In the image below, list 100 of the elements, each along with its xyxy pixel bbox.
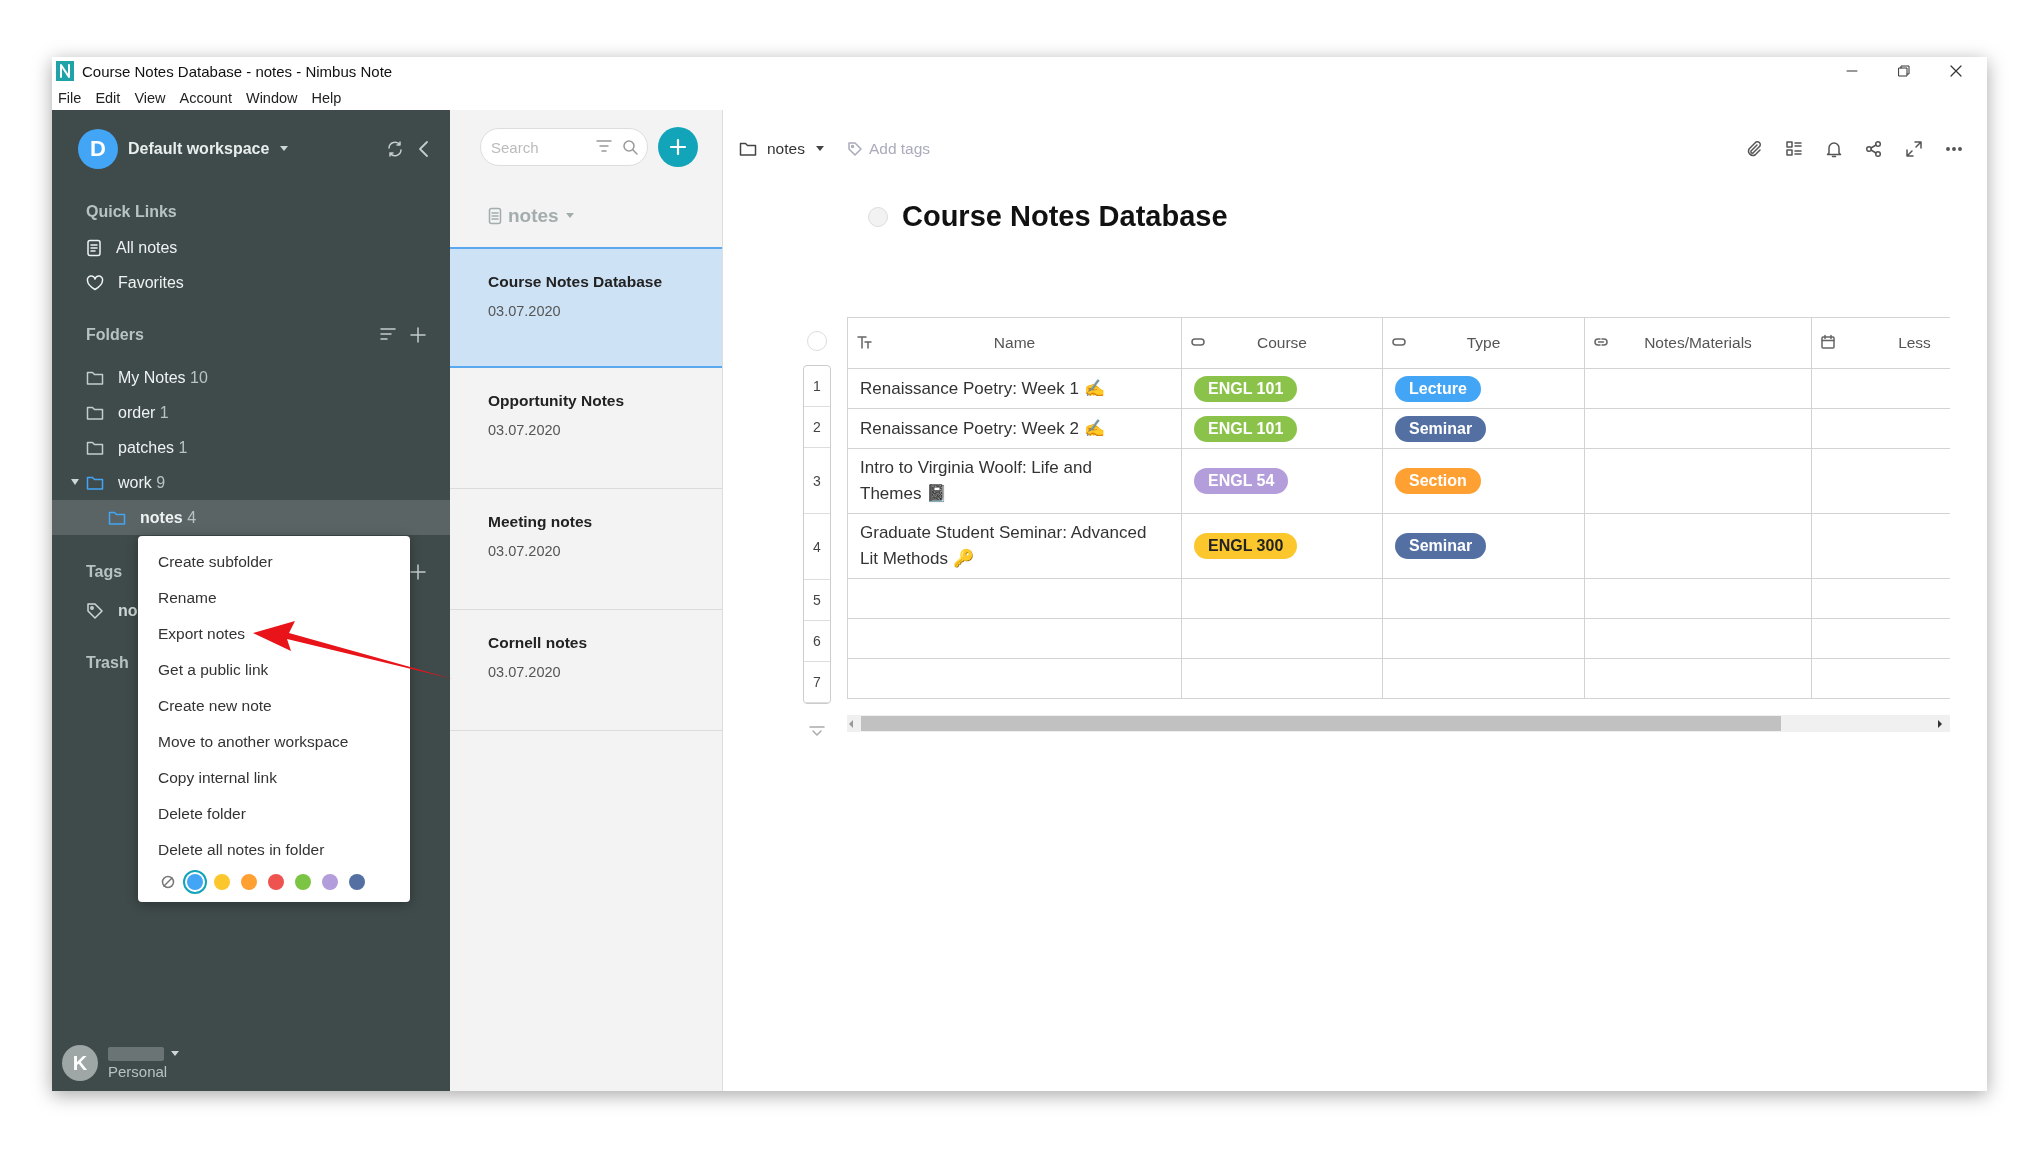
trash-link[interactable]: Trash	[86, 654, 129, 672]
row-number: 3	[804, 448, 830, 514]
quick-link[interactable]: All notes	[52, 230, 450, 265]
add-tag-plus-icon[interactable]	[410, 564, 426, 580]
quick-link[interactable]: Favorites	[52, 265, 450, 300]
note-date: 03.07.2020	[488, 664, 562, 680]
note-item[interactable]: Meeting notes 03.07.2020	[450, 489, 722, 610]
folder-item[interactable]: notes 4	[52, 500, 450, 535]
menu-item[interactable]: Export notes	[138, 616, 410, 652]
folder-item[interactable]: My Notes 10	[52, 360, 450, 395]
tag-item[interactable]: no	[118, 601, 138, 620]
folder-name: work	[118, 473, 152, 491]
new-note-button[interactable]	[658, 127, 698, 167]
section-heading: Tags	[86, 563, 123, 581]
folder-count: 1	[159, 403, 169, 421]
folder-count: 4	[187, 508, 197, 526]
note-title: Opportunity Notes	[488, 392, 626, 410]
menu-item[interactable]: Move to another workspace	[138, 724, 410, 760]
row-number: 4	[804, 514, 830, 580]
bell-icon[interactable]	[1825, 140, 1843, 158]
column-header[interactable]: Notes/Materials	[1584, 317, 1812, 369]
folder-count: 9	[156, 473, 166, 491]
search-icon[interactable]	[622, 139, 638, 155]
menu-item[interactable]: Window	[245, 89, 298, 106]
workspace-name[interactable]: Default workspace	[128, 140, 270, 158]
folder-icon	[86, 404, 104, 421]
scroll-left-icon[interactable]	[847, 718, 855, 729]
folder-item[interactable]: patches 1	[52, 430, 450, 465]
sort-icon[interactable]	[380, 327, 396, 341]
color-swatch[interactable]	[322, 874, 338, 890]
search-field[interactable]: Search	[480, 128, 648, 166]
menu-item[interactable]: Account	[179, 89, 232, 106]
column-header[interactable]: Name	[847, 317, 1182, 369]
folder-dropdown[interactable]: notes	[767, 140, 805, 158]
text-type-icon	[856, 334, 872, 350]
menu-item[interactable]: Copy internal link	[138, 760, 410, 796]
checklist-icon[interactable]	[1785, 140, 1803, 158]
user-caret-icon[interactable]	[170, 1049, 180, 1058]
folder-item[interactable]: order 1	[52, 395, 450, 430]
filter-icon[interactable]	[596, 139, 612, 153]
menu-item[interactable]: Edit	[95, 89, 121, 106]
folder-name: My Notes	[118, 368, 186, 386]
restore-icon[interactable]	[1897, 64, 1911, 78]
note-date: 03.07.2020	[488, 543, 562, 559]
color-swatch[interactable]	[241, 874, 257, 890]
folder-icon	[86, 439, 104, 456]
color-swatch[interactable]	[349, 874, 365, 890]
color-swatch[interactable]	[187, 874, 203, 890]
heart-icon	[86, 274, 104, 291]
dropdown-caret-icon[interactable]	[814, 145, 825, 153]
folder-name: notes	[140, 508, 183, 526]
note-title: Meeting notes	[488, 513, 594, 531]
document-icon	[86, 238, 102, 257]
menu-item[interactable]: File	[58, 89, 82, 106]
color-swatch[interactable]	[268, 874, 284, 890]
menu-item[interactable]: Delete all notes in folder	[138, 832, 410, 868]
note-item[interactable]: Opportunity Notes 03.07.2020	[450, 368, 722, 489]
folder-item[interactable]: work 9	[52, 465, 450, 500]
calendar-icon	[1820, 334, 1836, 350]
menu-item[interactable]: View	[134, 89, 166, 106]
note-title-heading: Course Notes Database	[902, 200, 1228, 233]
collapse-chevron-icon[interactable]	[416, 140, 430, 158]
paperclip-icon[interactable]	[1745, 140, 1763, 158]
folder-count: 1	[178, 438, 188, 456]
note-item[interactable]: Course Notes Database 03.07.2020	[450, 247, 722, 368]
scrollbar-thumb[interactable]	[861, 716, 1781, 731]
menu-item[interactable]: Delete folder	[138, 796, 410, 832]
menu-item[interactable]: Create new note	[138, 688, 410, 724]
note-item[interactable]: Cornell notes 03.07.2020	[450, 610, 722, 731]
menu-item[interactable]: Rename	[138, 580, 410, 616]
expanded-triangle-icon[interactable]	[70, 477, 80, 487]
menu-item[interactable]: Get a public link	[138, 652, 410, 688]
color-swatch[interactable]	[214, 874, 230, 890]
folder-icon	[86, 369, 104, 386]
table-cell: Intro to Virginia Woolf: Life and Themes 📓	[860, 458, 1092, 503]
sync-icon[interactable]	[386, 140, 404, 158]
menu-item[interactable]: Help	[311, 89, 342, 106]
dropdown-caret-icon[interactable]	[279, 145, 290, 153]
table-cell: Renaissance Poetry: Week 2 ✍	[860, 418, 1105, 438]
column-header[interactable]: Less	[1811, 317, 1950, 369]
menu-item[interactable]: Create subfolder	[138, 544, 410, 580]
column-header[interactable]: Type	[1382, 317, 1585, 369]
expand-icon[interactable]	[1905, 140, 1923, 158]
close-icon[interactable]	[1949, 64, 1963, 78]
column-header[interactable]: Course	[1181, 317, 1383, 369]
scroll-right-icon[interactable]	[1936, 718, 1944, 729]
window-title: Course Notes Database - notes - Nimbus Note	[82, 62, 393, 80]
row-number: 6	[804, 621, 830, 662]
add-folder-plus-icon[interactable]	[410, 327, 426, 343]
share-icon[interactable]	[1865, 140, 1883, 158]
color-swatch[interactable]	[295, 874, 311, 890]
table-cell: Renaissance Poetry: Week 1 ✍	[860, 378, 1105, 398]
type-tag: Seminar	[1395, 415, 1487, 442]
horizontal-scrollbar[interactable]	[847, 715, 1950, 732]
note-date: 03.07.2020	[488, 422, 562, 438]
filter-arrow-icon[interactable]	[809, 726, 825, 736]
folder-name: order	[118, 403, 156, 421]
folder-name: patches	[118, 438, 175, 456]
no-color-icon[interactable]	[160, 874, 176, 890]
note-title: Cornell notes	[488, 634, 589, 652]
